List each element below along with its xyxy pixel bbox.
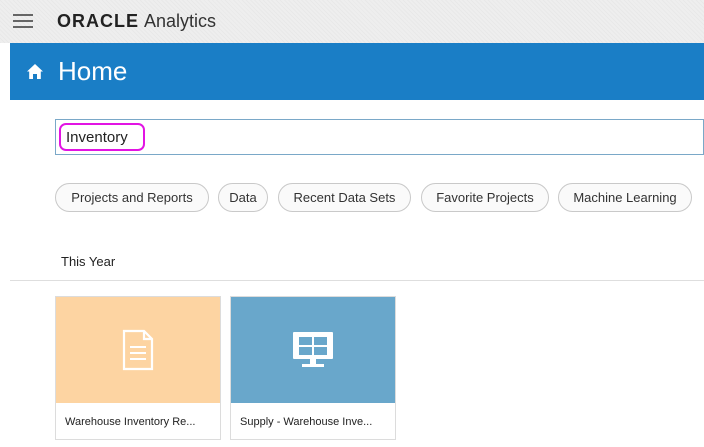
- page-header: Home: [10, 43, 704, 100]
- card-thumbnail: [231, 297, 395, 403]
- filter-favorite-projects[interactable]: Favorite Projects: [421, 183, 549, 212]
- top-bar: ORACLE Analytics: [0, 0, 704, 43]
- product-name: Analytics: [144, 11, 217, 31]
- filter-machine-learning[interactable]: Machine Learning: [558, 183, 692, 212]
- search-input[interactable]: [66, 126, 686, 148]
- result-card-warehouse-inventory[interactable]: Warehouse Inventory Re...: [55, 296, 221, 440]
- card-thumbnail: [56, 297, 220, 403]
- search-box[interactable]: [55, 119, 704, 155]
- oracle-logo: ORACLE: [57, 11, 139, 31]
- filter-projects-and-reports[interactable]: Projects and Reports: [55, 183, 209, 212]
- result-card-supply-warehouse[interactable]: Supply - Warehouse Inve...: [230, 296, 396, 440]
- section-divider: [10, 280, 704, 281]
- project-monitor-icon: [293, 332, 333, 367]
- home-icon[interactable]: [26, 63, 44, 81]
- report-document-icon: [122, 329, 154, 371]
- brand: ORACLE Analytics: [57, 11, 216, 32]
- page-title: Home: [58, 56, 128, 86]
- filter-recent-data-sets[interactable]: Recent Data Sets: [278, 183, 411, 212]
- card-title: Supply - Warehouse Inve...: [240, 416, 373, 428]
- section-label: This Year: [61, 254, 116, 269]
- card-title: Warehouse Inventory Re...: [65, 416, 196, 428]
- hamburger-menu-icon[interactable]: [13, 14, 33, 28]
- filter-data[interactable]: Data: [218, 183, 268, 212]
